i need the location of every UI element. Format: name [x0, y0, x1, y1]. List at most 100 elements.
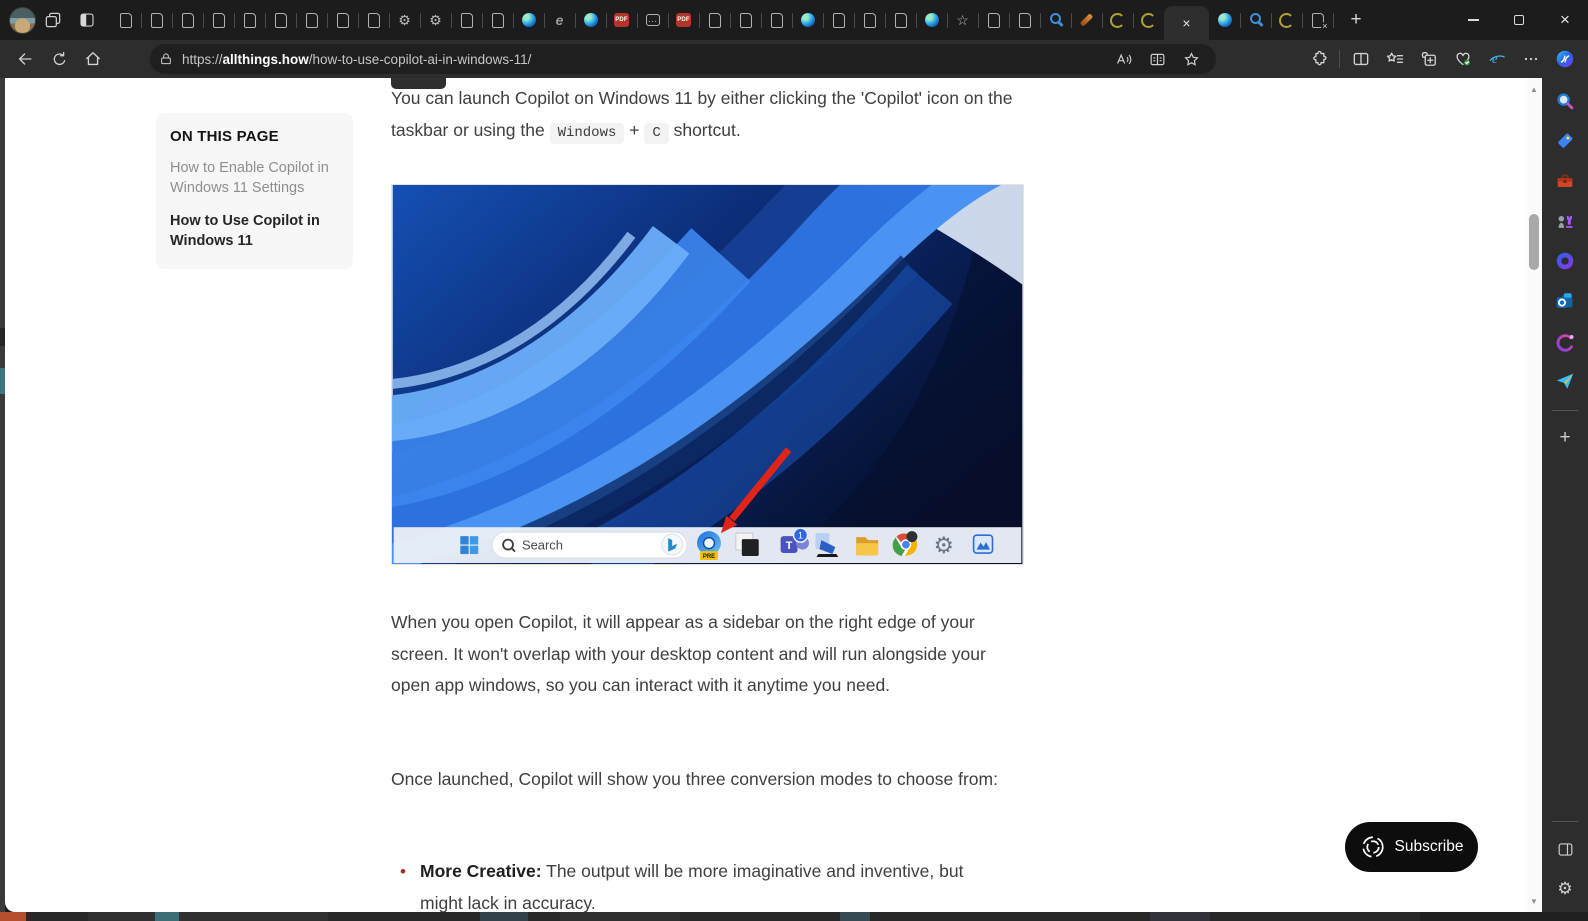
- immersive-reader-icon[interactable]: [1140, 45, 1174, 73]
- tab[interactable]: [141, 0, 172, 40]
- tab[interactable]: [327, 0, 358, 40]
- tab[interactable]: [1209, 0, 1240, 40]
- new-tab-button[interactable]: +: [1339, 3, 1373, 37]
- sidebar-games-icon[interactable]: [1548, 204, 1582, 238]
- url-text[interactable]: https://allthings.how/how-to-use-copilot…: [182, 52, 1106, 67]
- tab[interactable]: [172, 0, 203, 40]
- tab[interactable]: [1102, 0, 1133, 40]
- back-button[interactable]: [8, 43, 42, 75]
- tab[interactable]: [1271, 0, 1302, 40]
- refresh-button[interactable]: [42, 43, 76, 75]
- minimize-button[interactable]: [1450, 0, 1496, 40]
- tab[interactable]: ⚙: [420, 0, 451, 40]
- tab[interactable]: [110, 0, 141, 40]
- svg-text:Search: Search: [522, 538, 563, 553]
- tab[interactable]: [358, 0, 389, 40]
- paragraph-launch-copilot: You can launch Copilot on Windows 11 by …: [391, 83, 1013, 149]
- doc-favicon: [862, 12, 878, 28]
- scrollbar-thumb[interactable]: [1529, 214, 1539, 270]
- sidebar-settings-icon[interactable]: ⚙: [1548, 872, 1582, 906]
- favorite-star-icon[interactable]: [1174, 45, 1208, 73]
- maximize-button[interactable]: [1496, 0, 1542, 40]
- close-button[interactable]: ×: [1542, 0, 1588, 40]
- tab[interactable]: …: [637, 0, 668, 40]
- subscribe-button[interactable]: Subscribe: [1345, 822, 1478, 872]
- extensions-icon[interactable]: [1301, 43, 1335, 75]
- tab[interactable]: [1040, 0, 1071, 40]
- c-key-chip: C: [644, 123, 668, 144]
- windows11-screenshot-image: Search PRE: [391, 184, 1024, 565]
- doc-favicon: [893, 12, 909, 28]
- tab[interactable]: [1302, 0, 1333, 40]
- tab[interactable]: [451, 0, 482, 40]
- tab[interactable]: [203, 0, 234, 40]
- tab[interactable]: e: [544, 0, 575, 40]
- address-bar[interactable]: https://allthings.how/how-to-use-copilot…: [150, 44, 1216, 74]
- doc-favicon: [366, 12, 382, 28]
- tab[interactable]: [761, 0, 792, 40]
- scroll-up-arrow[interactable]: ▲: [1526, 81, 1542, 97]
- tab[interactable]: [1009, 0, 1040, 40]
- tab[interactable]: [792, 0, 823, 40]
- tab[interactable]: [482, 0, 513, 40]
- tab[interactable]: [978, 0, 1009, 40]
- sidebar-toggle-icon[interactable]: [1548, 832, 1582, 866]
- tab-close-icon[interactable]: ×: [1182, 16, 1190, 30]
- tab[interactable]: [730, 0, 761, 40]
- tab-active[interactable]: ×: [1164, 6, 1209, 40]
- tab[interactable]: [916, 0, 947, 40]
- more-options-icon[interactable]: [1514, 43, 1548, 75]
- tab-actions-icon[interactable]: [70, 3, 104, 37]
- tab[interactable]: [854, 0, 885, 40]
- doc-favicon: [490, 12, 506, 28]
- sidebar-customize-button[interactable]: +: [1548, 421, 1582, 455]
- toc-link-use-copilot[interactable]: How to Use Copilot in Windows 11: [170, 212, 337, 251]
- sidebar-toolbox-icon[interactable]: [1548, 164, 1582, 198]
- copilot-icon[interactable]: [1548, 43, 1582, 75]
- tab[interactable]: ☆: [947, 0, 978, 40]
- split-screen-icon[interactable]: [1344, 43, 1378, 75]
- read-aloud-icon[interactable]: [1106, 45, 1140, 73]
- sidebar-shopping-icon[interactable]: [1548, 124, 1582, 158]
- edge-favicon: [800, 12, 816, 28]
- tab[interactable]: [699, 0, 730, 40]
- sidebar-outlook-icon[interactable]: [1548, 284, 1582, 318]
- tab[interactable]: [296, 0, 327, 40]
- home-button[interactable]: [76, 43, 110, 75]
- search-favicon: [1048, 12, 1064, 28]
- sidebar-image-creator-icon[interactable]: [1548, 324, 1582, 358]
- tab[interactable]: [265, 0, 296, 40]
- favorites-bar-icon[interactable]: [1378, 43, 1412, 75]
- taskbar-settings-icon: ⚙: [934, 533, 955, 559]
- profile-avatar[interactable]: [9, 7, 36, 34]
- sidebar-search-icon[interactable]: [1548, 84, 1582, 118]
- svg-text:1: 1: [798, 531, 803, 541]
- browser-window: ⚙⚙ePDF…PDF☆× + × https://allthings.how/h…: [0, 0, 1588, 921]
- svg-text:e: e: [1492, 52, 1498, 66]
- sidebar-drop-icon[interactable]: [1548, 364, 1582, 398]
- tab[interactable]: ⚙: [389, 0, 420, 40]
- collections-icon[interactable]: [1412, 43, 1446, 75]
- tab[interactable]: [823, 0, 854, 40]
- tab[interactable]: [1240, 0, 1271, 40]
- ie-mode-icon[interactable]: e: [1480, 43, 1514, 75]
- tab[interactable]: PDF: [606, 0, 637, 40]
- doc-favicon: [304, 12, 320, 28]
- scroll-down-arrow[interactable]: ▼: [1526, 893, 1542, 909]
- browser-essentials-icon[interactable]: [1446, 43, 1480, 75]
- spinner-favicon: [1141, 12, 1157, 28]
- tab[interactable]: [575, 0, 606, 40]
- tab[interactable]: [513, 0, 544, 40]
- lock-icon[interactable]: [158, 51, 174, 67]
- tab[interactable]: [1133, 0, 1164, 40]
- dots-favicon: …: [646, 14, 660, 26]
- tab[interactable]: [234, 0, 265, 40]
- toc-link-enable-copilot[interactable]: How to Enable Copilot in Windows 11 Sett…: [170, 159, 337, 198]
- tab[interactable]: PDF: [668, 0, 699, 40]
- page-scrollbar[interactable]: ▲ ▼: [1526, 78, 1542, 912]
- tab[interactable]: [1071, 0, 1102, 40]
- taskbar-search: Search: [492, 532, 687, 558]
- workspaces-icon[interactable]: [36, 3, 70, 37]
- sidebar-microsoft-365-icon[interactable]: [1548, 244, 1582, 278]
- tab[interactable]: [885, 0, 916, 40]
